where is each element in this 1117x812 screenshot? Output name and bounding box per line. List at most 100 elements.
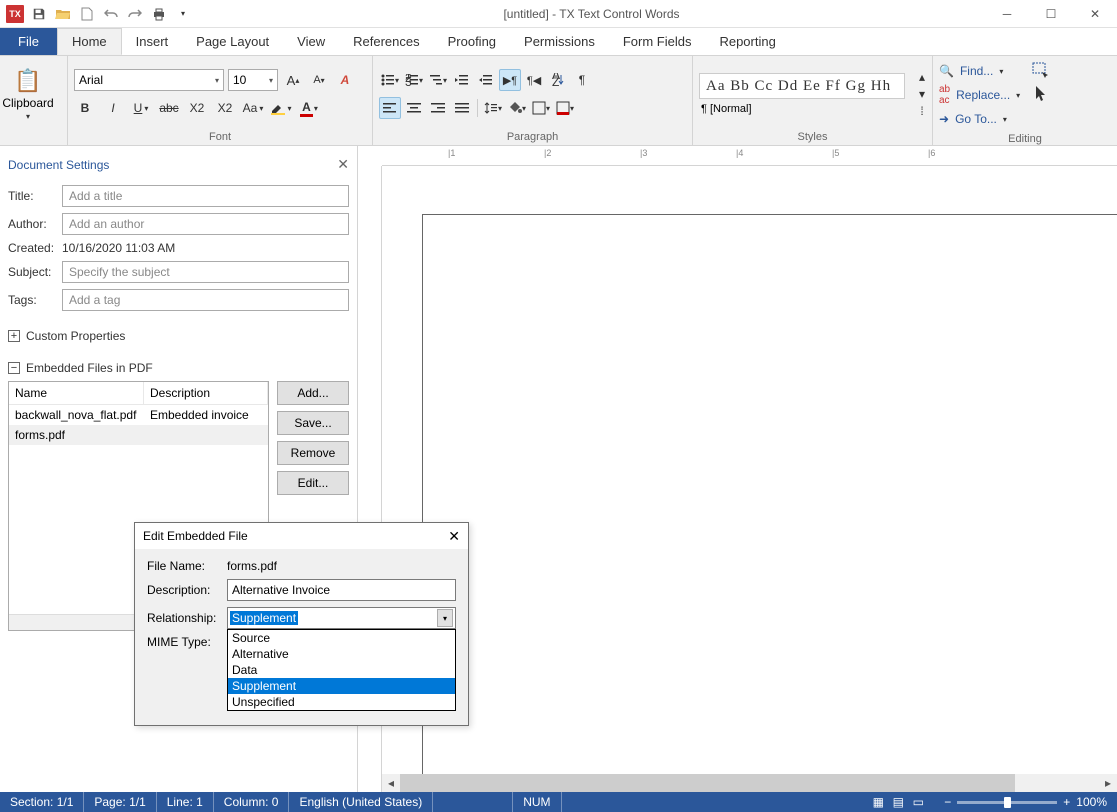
scroll-left-icon[interactable]: ◂: [382, 774, 400, 792]
bullets-icon[interactable]: ▾: [379, 69, 401, 91]
zoom-value[interactable]: 100%: [1076, 795, 1107, 809]
col-description[interactable]: Description: [144, 382, 268, 404]
select-objects-icon[interactable]: [1030, 59, 1052, 81]
subscript-icon[interactable]: X2: [186, 97, 208, 119]
open-icon[interactable]: [52, 3, 74, 25]
custom-properties-section[interactable]: +Custom Properties: [8, 329, 349, 343]
underline-icon[interactable]: U▾: [130, 97, 152, 119]
zoom-out-icon[interactable]: −: [944, 795, 951, 809]
tab-references[interactable]: References: [339, 28, 433, 55]
numbering-icon[interactable]: 123▾: [403, 69, 425, 91]
tab-page-layout[interactable]: Page Layout: [182, 28, 283, 55]
borders-icon[interactable]: ▾: [530, 97, 552, 119]
tags-input[interactable]: [62, 289, 349, 311]
dialog-close-icon[interactable]: ✕: [448, 528, 460, 545]
ltr-icon[interactable]: ▶¶: [499, 69, 521, 91]
style-down-icon[interactable]: ▾: [911, 86, 933, 102]
option-alternative[interactable]: Alternative: [228, 646, 455, 662]
redo-icon[interactable]: [124, 3, 146, 25]
status-line[interactable]: Line: 1: [157, 792, 214, 812]
undo-icon[interactable]: [100, 3, 122, 25]
tab-reporting[interactable]: Reporting: [705, 28, 789, 55]
style-preview[interactable]: Aa Bb Cc Dd Ee Ff Gg Hh: [699, 73, 905, 99]
tab-home[interactable]: Home: [57, 28, 122, 55]
style-more-icon[interactable]: ⁞: [911, 103, 933, 119]
bold-icon[interactable]: B: [74, 97, 96, 119]
zoom-in-icon[interactable]: +: [1063, 795, 1070, 809]
expand-plus-icon[interactable]: +: [8, 330, 20, 342]
option-data[interactable]: Data: [228, 662, 455, 678]
scroll-right-icon[interactable]: ▸: [1099, 774, 1117, 792]
font-size-combo[interactable]: 10▾: [228, 69, 278, 91]
qat-dropdown-icon[interactable]: ▾: [172, 3, 194, 25]
status-page[interactable]: Page: 1/1: [84, 792, 156, 812]
status-language[interactable]: English (United States): [289, 792, 433, 812]
align-right-icon[interactable]: [427, 97, 449, 119]
font-color-icon[interactable]: A▾: [298, 97, 320, 119]
line-spacing-icon[interactable]: ▾: [482, 97, 504, 119]
style-up-icon[interactable]: ▴: [911, 69, 933, 85]
replace-button[interactable]: abacReplace...▾: [939, 83, 1020, 107]
document-page[interactable]: [422, 214, 1117, 774]
shading-icon[interactable]: ▾: [506, 97, 528, 119]
pilcrow-icon[interactable]: ¶: [571, 69, 593, 91]
description-input[interactable]: [227, 579, 456, 601]
sort-icon[interactable]: AZ: [547, 69, 569, 91]
status-num[interactable]: NUM: [513, 792, 561, 812]
clear-format-icon[interactable]: A: [334, 69, 356, 91]
tab-view[interactable]: View: [283, 28, 339, 55]
col-name[interactable]: Name: [9, 382, 144, 404]
collapse-minus-icon[interactable]: −: [8, 362, 20, 374]
view-draft-icon[interactable]: ▭: [910, 795, 926, 809]
dialog-titlebar[interactable]: Edit Embedded File ✕: [135, 523, 468, 549]
option-source[interactable]: Source: [228, 630, 455, 646]
minimize-button[interactable]: ─: [985, 0, 1029, 28]
chevron-down-icon[interactable]: ▾: [437, 609, 453, 627]
select-arrow-icon[interactable]: [1030, 83, 1052, 105]
zoom-slider-thumb[interactable]: [1004, 797, 1011, 808]
status-column[interactable]: Column: 0: [214, 792, 290, 812]
grow-font-icon[interactable]: A▴: [282, 69, 304, 91]
strike-icon[interactable]: abc: [158, 97, 180, 119]
tab-insert[interactable]: Insert: [122, 28, 183, 55]
tab-permissions[interactable]: Permissions: [510, 28, 609, 55]
status-section[interactable]: Section: 1/1: [0, 792, 84, 812]
subject-input[interactable]: [62, 261, 349, 283]
embedded-files-section[interactable]: −Embedded Files in PDF: [8, 361, 349, 375]
title-input[interactable]: [62, 185, 349, 207]
multilevel-icon[interactable]: ▾: [427, 69, 449, 91]
align-center-icon[interactable]: [403, 97, 425, 119]
tab-form-fields[interactable]: Form Fields: [609, 28, 706, 55]
option-supplement[interactable]: Supplement: [228, 678, 455, 694]
view-print-icon[interactable]: ▦: [870, 795, 886, 809]
view-web-icon[interactable]: ▤: [890, 795, 906, 809]
zoom-control[interactable]: − + 100%: [934, 795, 1117, 809]
author-input[interactable]: [62, 213, 349, 235]
tab-file[interactable]: File: [0, 28, 57, 55]
table-row[interactable]: forms.pdf: [9, 425, 268, 445]
decrease-indent-icon[interactable]: [451, 69, 473, 91]
frame-fill-icon[interactable]: ▾: [554, 97, 576, 119]
print-icon[interactable]: [148, 3, 170, 25]
remove-button[interactable]: Remove: [277, 441, 349, 465]
option-unspecified[interactable]: Unspecified: [228, 694, 455, 710]
save-icon[interactable]: [28, 3, 50, 25]
increase-indent-icon[interactable]: [475, 69, 497, 91]
pane-close-icon[interactable]: ✕: [337, 156, 349, 173]
change-case-icon[interactable]: Aa▾: [242, 97, 264, 119]
app-icon[interactable]: TX: [4, 3, 26, 25]
table-row[interactable]: backwall_nova_flat.pdf Embedded invoice: [9, 405, 268, 425]
close-button[interactable]: ✕: [1073, 0, 1117, 28]
maximize-button[interactable]: ☐: [1029, 0, 1073, 28]
shrink-font-icon[interactable]: A▾: [308, 69, 330, 91]
italic-icon[interactable]: I: [102, 97, 124, 119]
justify-icon[interactable]: [451, 97, 473, 119]
superscript-icon[interactable]: X2: [214, 97, 236, 119]
horizontal-scrollbar[interactable]: ◂ ▸: [382, 774, 1117, 792]
rtl-icon[interactable]: ¶◀: [523, 69, 545, 91]
save-button[interactable]: Save...: [277, 411, 349, 435]
relationship-combo[interactable]: Supplement ▾ Source Alternative Data Sup…: [227, 607, 456, 629]
font-name-combo[interactable]: Arial▾: [74, 69, 224, 91]
tab-proofing[interactable]: Proofing: [434, 28, 510, 55]
add-button[interactable]: Add...: [277, 381, 349, 405]
